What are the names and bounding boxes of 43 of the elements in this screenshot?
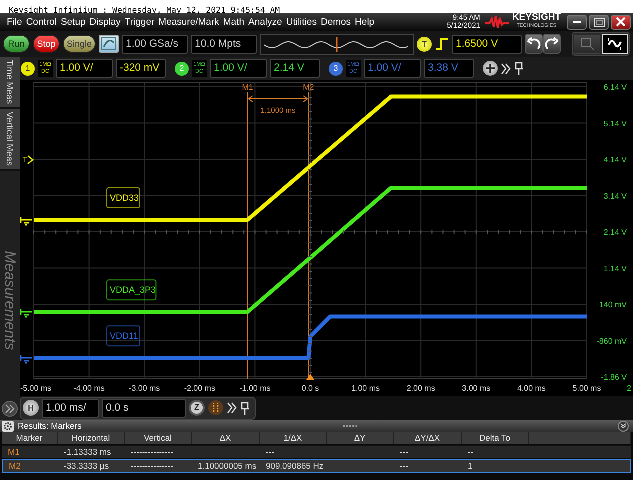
table-cell: 909.090865 Hz (266, 461, 324, 471)
axis-label: 3.14 V (604, 192, 627, 201)
window-title: Keysight Infiniium : Wednesday, May 12, 2021 9:45:54 AM (8, 5, 280, 15)
axis-label: 6.14 V (604, 83, 627, 92)
axis-label: -860 mV (596, 336, 627, 346)
axis-label: -5.00 ms (20, 384, 52, 393)
axis-label: 140 mV (599, 300, 627, 310)
axis-label: 0.0 s (302, 384, 320, 393)
axis-label: -3.00 ms (129, 384, 160, 393)
marker-label: M2 (303, 83, 314, 92)
series-label: VDD33 (110, 193, 140, 204)
table-cell: M2 (9, 461, 21, 471)
table-cell: -33.3333 µs (64, 461, 110, 471)
table-cell: --------------- (131, 447, 174, 457)
table-cell: --- (266, 447, 274, 457)
axis-label: -1.00 ms (240, 384, 271, 393)
panel-title: Results: Markers (18, 421, 82, 431)
axis-label: -1.86 V (601, 373, 627, 382)
axis-label: 5.14 V (604, 119, 627, 128)
table-cell: --- (400, 447, 408, 457)
series-label: VDD11 (110, 331, 138, 342)
table-cell: --------------- (131, 461, 174, 471)
axis-label: 2.00 ms (406, 384, 436, 393)
table-cell: -1.13333 ms (64, 447, 112, 457)
marker-label: M1 (242, 83, 254, 92)
axis-label: 4.00 ms (517, 384, 546, 393)
axis-label: 5.00 ms (572, 384, 602, 393)
axis-label: 2.14 V (604, 228, 627, 237)
axis-label: 3.00 ms (462, 384, 491, 393)
table-cell: 1 (468, 461, 473, 471)
axis-label: -2.00 ms (184, 384, 216, 393)
axis-label: 2 (627, 384, 632, 393)
table-cell: -- (468, 447, 474, 457)
axis-label: 4.14 V (604, 156, 627, 164)
table-cell: M1 (8, 447, 20, 457)
table-cell: --- (400, 461, 408, 471)
table-cell: 1.10000005 ms (198, 461, 257, 471)
axis-label: 1.00 ms (352, 384, 380, 393)
brand-name: KEYSIGHT (512, 14, 561, 22)
panel-label: Measurements (2, 251, 18, 350)
axis-label: 1.14 V (604, 264, 627, 274)
axis-label: -4.00 ms (74, 384, 105, 393)
series-label: VDDA_3P3 (110, 285, 156, 296)
